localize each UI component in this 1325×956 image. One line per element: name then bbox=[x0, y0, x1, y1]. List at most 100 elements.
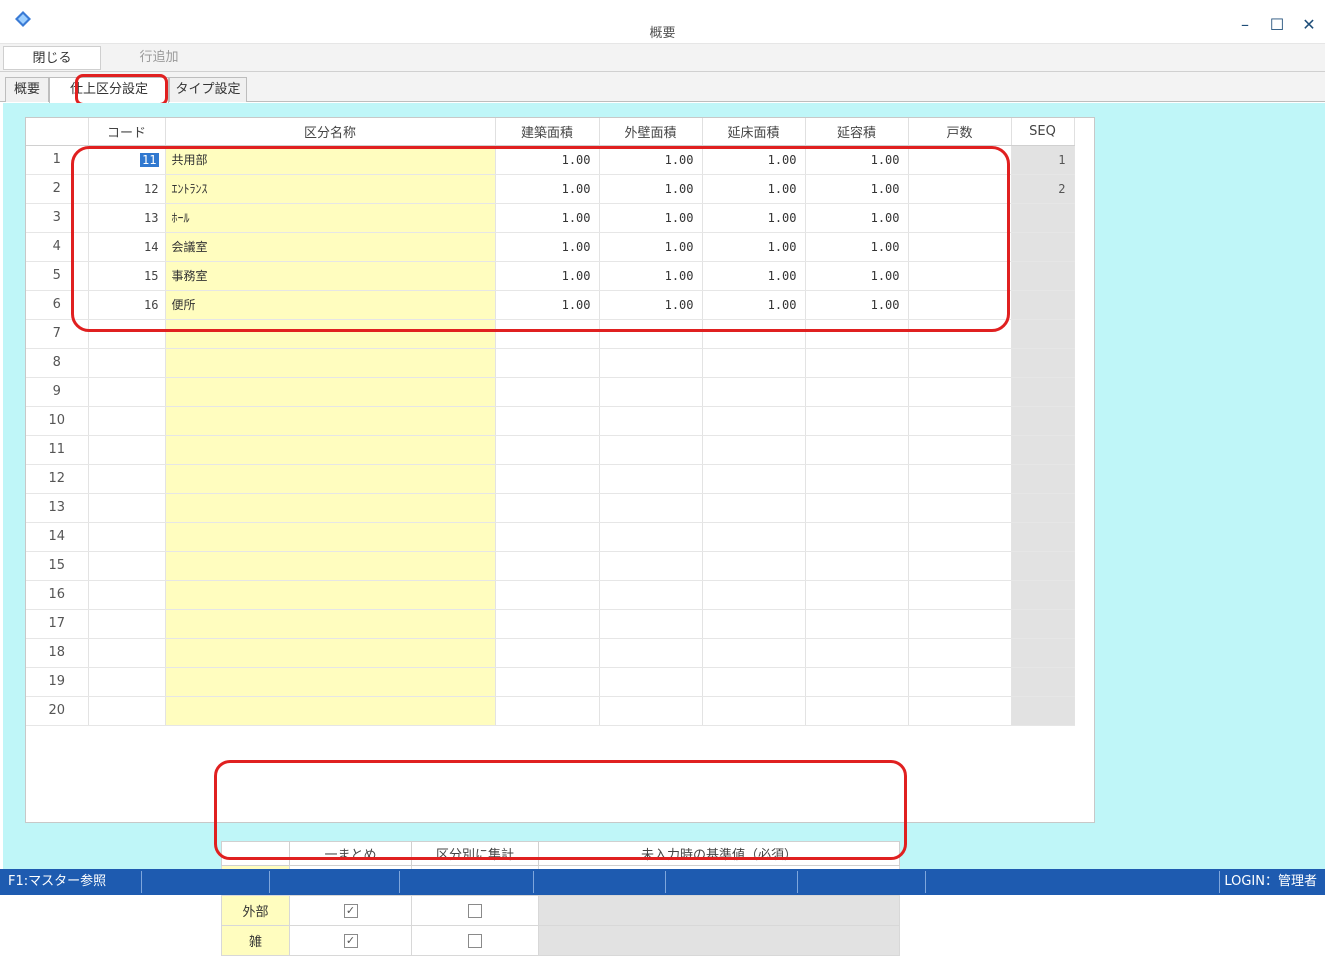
row-number[interactable]: 5 bbox=[26, 261, 89, 291]
row-number[interactable]: 17 bbox=[26, 609, 89, 639]
name-cell[interactable] bbox=[165, 319, 496, 349]
name-cell[interactable] bbox=[165, 377, 496, 407]
column-header-seq[interactable]: SEQ bbox=[1011, 118, 1075, 146]
area-cell-enyuka[interactable] bbox=[702, 667, 806, 697]
area-cell-gaiheki[interactable] bbox=[599, 580, 703, 610]
code-cell[interactable] bbox=[88, 348, 166, 378]
units-cell[interactable] bbox=[908, 551, 1012, 581]
area-cell-gaiheki[interactable]: 1.00 bbox=[599, 232, 703, 262]
table-row[interactable]: 3 13 ﾎｰﾙ 1.00 1.00 1.00 1.00 bbox=[26, 203, 1075, 233]
tab-type-settings[interactable]: タイプ設定 bbox=[169, 77, 247, 102]
name-cell[interactable]: ﾎｰﾙ bbox=[165, 203, 496, 233]
area-cell-gaiheki[interactable] bbox=[599, 551, 703, 581]
table-row[interactable]: 2 12 ｴﾝﾄﾗﾝｽ 1.00 1.00 1.00 1.00 2 bbox=[26, 174, 1075, 204]
name-cell[interactable]: 便所 bbox=[165, 290, 496, 320]
table-row[interactable]: 1 11 共用部 1.00 1.00 1.00 1.00 1 bbox=[26, 145, 1075, 175]
table-row[interactable]: 17 bbox=[26, 609, 1075, 639]
name-cell[interactable] bbox=[165, 696, 496, 726]
table-row[interactable]: 4 14 会議室 1.00 1.00 1.00 1.00 bbox=[26, 232, 1075, 262]
area-cell-kenchiku[interactable]: 1.00 bbox=[495, 261, 600, 291]
column-header-name[interactable]: 区分名称 bbox=[165, 118, 496, 146]
area-cell-gaiheki[interactable] bbox=[599, 406, 703, 436]
table-row[interactable]: 5 15 事務室 1.00 1.00 1.00 1.00 bbox=[26, 261, 1075, 291]
row-number[interactable]: 8 bbox=[26, 348, 89, 378]
code-cell[interactable] bbox=[88, 696, 166, 726]
name-cell[interactable]: 会議室 bbox=[165, 232, 496, 262]
table-row[interactable]: 18 bbox=[26, 638, 1075, 668]
area-cell-gaiheki[interactable]: 1.00 bbox=[599, 290, 703, 320]
code-cell[interactable]: 12 bbox=[88, 174, 166, 204]
code-cell[interactable] bbox=[88, 609, 166, 639]
name-cell[interactable] bbox=[165, 464, 496, 494]
area-cell-gaiheki[interactable] bbox=[599, 348, 703, 378]
area-cell-kenchiku[interactable] bbox=[495, 522, 600, 552]
area-cell-enyoseki[interactable]: 1.00 bbox=[805, 290, 909, 320]
table-row[interactable]: 9 bbox=[26, 377, 1075, 407]
area-cell-kenchiku[interactable] bbox=[495, 580, 600, 610]
area-cell-enyoseki[interactable] bbox=[805, 609, 909, 639]
area-cell-kenchiku[interactable] bbox=[495, 348, 600, 378]
column-header-total-floor-area[interactable]: 延床面積 bbox=[702, 118, 806, 146]
table-row[interactable]: 6 16 便所 1.00 1.00 1.00 1.00 bbox=[26, 290, 1075, 320]
row-number[interactable]: 14 bbox=[26, 522, 89, 552]
row-number[interactable]: 4 bbox=[26, 232, 89, 262]
area-cell-enyuka[interactable]: 1.00 bbox=[702, 145, 806, 175]
units-cell[interactable] bbox=[908, 290, 1012, 320]
area-cell-kenchiku[interactable]: 1.00 bbox=[495, 174, 600, 204]
name-cell[interactable] bbox=[165, 406, 496, 436]
area-cell-enyoseki[interactable]: 1.00 bbox=[805, 232, 909, 262]
units-cell[interactable] bbox=[908, 377, 1012, 407]
area-cell-enyuka[interactable] bbox=[702, 464, 806, 494]
table-row[interactable]: 14 bbox=[26, 522, 1075, 552]
code-cell[interactable] bbox=[88, 580, 166, 610]
area-cell-gaiheki[interactable]: 1.00 bbox=[599, 261, 703, 291]
area-cell-enyuka[interactable]: 1.00 bbox=[702, 203, 806, 233]
area-cell-enyuka[interactable] bbox=[702, 406, 806, 436]
table-row[interactable]: 15 bbox=[26, 551, 1075, 581]
area-cell-enyoseki[interactable] bbox=[805, 638, 909, 668]
area-cell-enyoseki[interactable] bbox=[805, 522, 909, 552]
table-row[interactable]: 8 bbox=[26, 348, 1075, 378]
area-cell-enyoseki[interactable]: 1.00 bbox=[805, 145, 909, 175]
area-cell-kenchiku[interactable] bbox=[495, 551, 600, 581]
row-number[interactable]: 3 bbox=[26, 203, 89, 233]
area-cell-gaiheki[interactable]: 1.00 bbox=[599, 174, 703, 204]
area-cell-enyoseki[interactable] bbox=[805, 319, 909, 349]
tab-finish-category[interactable]: 仕上区分設定 bbox=[49, 77, 169, 103]
area-cell-gaiheki[interactable] bbox=[599, 696, 703, 726]
row-number[interactable]: 9 bbox=[26, 377, 89, 407]
area-cell-enyoseki[interactable] bbox=[805, 377, 909, 407]
area-cell-kenchiku[interactable] bbox=[495, 464, 600, 494]
area-cell-enyoseki[interactable] bbox=[805, 551, 909, 581]
area-cell-enyuka[interactable]: 1.00 bbox=[702, 290, 806, 320]
table-row[interactable]: 19 bbox=[26, 667, 1075, 697]
area-cell-enyoseki[interactable] bbox=[805, 464, 909, 494]
combine-checkbox[interactable]: ✓ bbox=[343, 933, 358, 948]
maximize-icon[interactable]: ☐ bbox=[1266, 14, 1288, 36]
name-cell[interactable] bbox=[165, 609, 496, 639]
area-cell-enyuka[interactable]: 1.00 bbox=[702, 174, 806, 204]
units-cell[interactable] bbox=[908, 580, 1012, 610]
units-cell[interactable] bbox=[908, 609, 1012, 639]
name-cell[interactable] bbox=[165, 551, 496, 581]
units-cell[interactable] bbox=[908, 261, 1012, 291]
table-row[interactable]: 16 bbox=[26, 580, 1075, 610]
column-header-code[interactable]: コード bbox=[88, 118, 166, 146]
area-cell-enyoseki[interactable] bbox=[805, 580, 909, 610]
units-cell[interactable] bbox=[908, 667, 1012, 697]
code-cell[interactable] bbox=[88, 667, 166, 697]
row-number[interactable]: 20 bbox=[26, 696, 89, 726]
area-cell-gaiheki[interactable] bbox=[599, 667, 703, 697]
table-row[interactable]: 7 bbox=[26, 319, 1075, 349]
row-number[interactable]: 15 bbox=[26, 551, 89, 581]
area-cell-enyuka[interactable]: 1.00 bbox=[702, 261, 806, 291]
row-number[interactable]: 10 bbox=[26, 406, 89, 436]
by-category-checkbox[interactable] bbox=[468, 903, 482, 918]
column-header-exterior-wall-area[interactable]: 外壁面積 bbox=[599, 118, 703, 146]
tab-overview[interactable]: 概要 bbox=[5, 77, 49, 102]
area-cell-kenchiku[interactable]: 1.00 bbox=[495, 232, 600, 262]
area-cell-enyuka[interactable] bbox=[702, 609, 806, 639]
area-cell-kenchiku[interactable] bbox=[495, 609, 600, 639]
name-cell[interactable] bbox=[165, 435, 496, 465]
area-cell-enyoseki[interactable]: 1.00 bbox=[805, 174, 909, 204]
